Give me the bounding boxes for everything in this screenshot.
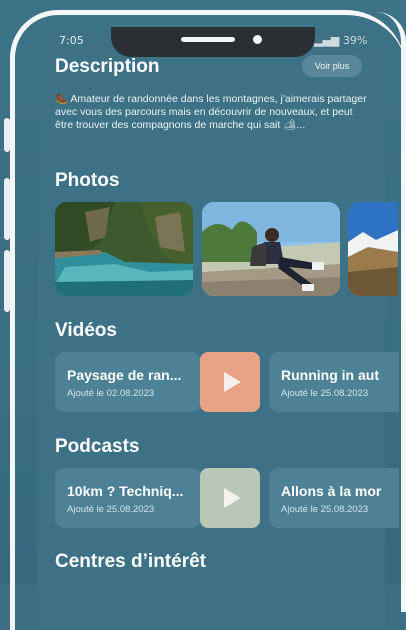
phone-side-button bbox=[4, 118, 10, 152]
play-icon bbox=[223, 372, 241, 392]
podcast-title: Allons à la mor bbox=[281, 483, 382, 499]
battery-level: 39% bbox=[342, 34, 368, 47]
status-indicators: ▂▄▆ 39% bbox=[314, 34, 367, 47]
camera-notch bbox=[111, 27, 315, 57]
speaker-icon bbox=[181, 37, 235, 42]
video-date: Ajouté le 02.08.2023 bbox=[67, 388, 155, 399]
photos-heading: Photos bbox=[55, 170, 120, 191]
podcast-play-button[interactable] bbox=[200, 468, 260, 528]
interests-heading: Centres d’intérêt bbox=[55, 551, 206, 572]
videos-heading: Vidéos bbox=[55, 320, 117, 341]
photo-canyon[interactable] bbox=[55, 202, 193, 296]
podcast-title: 10km ? Techniq... bbox=[67, 483, 184, 499]
description-heading: Description bbox=[55, 56, 160, 77]
video-play-button[interactable] bbox=[200, 352, 260, 412]
phone-side-button bbox=[4, 178, 10, 240]
podcast-date: Ajouté le 25.08.2023 bbox=[281, 504, 369, 515]
see-more-button[interactable]: Voir plus bbox=[302, 55, 362, 77]
podcast-date: Ajouté le 25.08.2023 bbox=[67, 504, 155, 515]
podcasts-heading: Podcasts bbox=[55, 436, 140, 457]
podcast-card[interactable]: 10km ? Techniq... Ajouté le 25.08.2023 bbox=[55, 468, 201, 528]
video-title: Paysage de ran... bbox=[67, 367, 182, 383]
phone-frame-edge bbox=[376, 12, 406, 612]
video-card[interactable]: Paysage de ran... Ajouté le 02.08.2023 bbox=[55, 352, 201, 412]
photo-hiker[interactable] bbox=[202, 202, 340, 296]
signal-icon: ▂▄▆ bbox=[314, 34, 340, 47]
status-time: 7:05 bbox=[59, 34, 84, 47]
video-title: Running in aut bbox=[281, 367, 379, 383]
video-date: Ajouté le 25.08.2023 bbox=[281, 388, 369, 399]
play-icon bbox=[223, 488, 241, 508]
phone-side-button bbox=[4, 250, 10, 312]
camera-icon bbox=[253, 35, 262, 44]
description-text: 🥾 Amateur de randonnée dans les montagne… bbox=[55, 93, 367, 131]
